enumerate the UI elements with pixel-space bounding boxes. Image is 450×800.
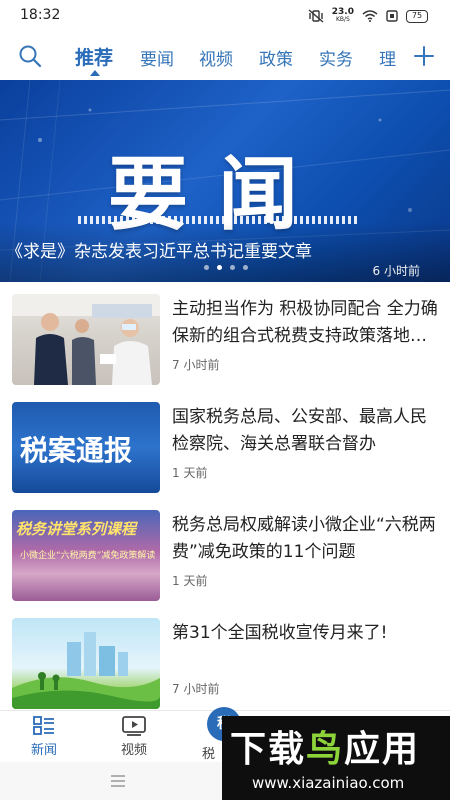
search-icon[interactable] xyxy=(18,44,42,68)
category-tabs: 推荐 要闻 视频 政策 实务 理 xyxy=(0,32,450,80)
thumbnail-subcaption: 小微企业“六税两费”减免政策解读 xyxy=(20,551,156,561)
tab-headlines[interactable]: 要闻 xyxy=(140,45,174,70)
battery-indicator: 75 xyxy=(406,9,428,23)
watermark-url: www.xiazainiao.com xyxy=(252,774,405,792)
nav-news[interactable]: 新闻 xyxy=(14,715,74,758)
tab-practice[interactable]: 实务 xyxy=(319,45,353,70)
network-speed: 23.0 KB/S xyxy=(332,8,354,24)
news-thumbnail-illustration xyxy=(12,618,160,709)
news-title: 第31个全国税收宣传月来了! xyxy=(172,623,388,643)
nav-video-label: 视频 xyxy=(120,743,147,758)
news-title: 主动担当作为 积极协同配合 全力确保新的组合式税费支持政策落地见效 xyxy=(172,299,438,346)
menu-icon[interactable] xyxy=(110,774,126,788)
thumbnail-caption: 税务讲堂系列课程 xyxy=(16,520,137,538)
news-thumbnail-graphic: 税务讲堂系列课程 小微企业“六税两费”减免政策解读 xyxy=(12,510,160,601)
watermark-title-part: 应用 xyxy=(344,729,421,770)
news-time: 7 小时前 xyxy=(172,682,220,696)
watermark-title: 下载鸟应用 xyxy=(230,720,420,772)
news-time: 1 天前 xyxy=(172,466,208,480)
news-item[interactable]: 第31个全国税收宣传月来了! 7 小时前 xyxy=(0,606,450,714)
news-thumbnail-graphic: 税案通报 xyxy=(12,402,160,493)
wifi-icon xyxy=(362,10,378,22)
pager-dot xyxy=(204,265,209,270)
status-time: 18:32 xyxy=(20,7,61,23)
news-title: 国家税务总局、公安部、最高人民检察院、海关总署联合督办 xyxy=(172,407,427,454)
news-item[interactable]: 税务讲堂系列课程 小微企业“六税两费”减免政策解读 税务总局权威解读小微企业“六… xyxy=(0,498,450,606)
news-item[interactable]: 税案通报 国家税务总局、公安部、最高人民检察院、海关总署联合督办 1 天前 xyxy=(0,390,450,498)
pager-dot xyxy=(230,265,235,270)
pager-dot xyxy=(243,265,248,270)
news-title: 税务总局权威解读小微企业“六税两费”减免政策的11个问题 xyxy=(172,515,436,562)
news-thumbnail-photo xyxy=(12,294,160,385)
active-tab-indicator xyxy=(90,70,100,76)
news-time: 7 小时前 xyxy=(172,358,220,372)
watermark-title-part: 下载 xyxy=(230,729,307,770)
status-icons: 23.0 KB/S 75 xyxy=(308,8,428,24)
nav-video[interactable]: 视频 xyxy=(104,715,164,758)
banner-caption: 《求是》杂志发表习近平总书记重要文章 xyxy=(6,242,312,262)
city-green-illustration xyxy=(12,632,160,709)
grid-list-icon xyxy=(33,716,54,735)
status-bar: 18:32 23.0 KB/S 75 xyxy=(0,0,450,32)
tab-recommended[interactable]: 推荐 xyxy=(75,43,113,70)
vibrate-mute-icon xyxy=(308,9,324,23)
play-video-icon xyxy=(122,716,146,736)
network-speed-unit: KB/S xyxy=(335,16,350,23)
watermark-title-highlight: 鸟 xyxy=(306,729,345,770)
news-time: 1 天前 xyxy=(172,574,208,588)
banner-pager xyxy=(204,265,248,270)
tab-policy[interactable]: 政策 xyxy=(259,45,293,70)
network-speed-value: 23.0 xyxy=(331,7,354,17)
meeting-photo-illustration xyxy=(12,294,160,385)
sim-card-icon xyxy=(386,10,398,22)
thumbnail-caption: 税案通报 xyxy=(20,434,133,467)
nav-news-label: 新闻 xyxy=(30,743,57,758)
news-item[interactable]: 主动担当作为 积极协同配合 全力确保新的组合式税费支持政策落地见效 7 小时前 xyxy=(0,282,450,390)
tab-video[interactable]: 视频 xyxy=(199,45,233,70)
banner-time: 6 小时前 xyxy=(372,264,420,278)
banner-carousel[interactable]: 要闻 《求是》杂志发表习近平总书记重要文章 6 小时前 xyxy=(0,80,450,282)
add-channel-icon[interactable] xyxy=(412,44,436,68)
tab-theory[interactable]: 理 xyxy=(379,45,396,70)
pager-dot-active xyxy=(217,265,222,270)
watermark-logo: 下载鸟应用 www.xiazainiao.com xyxy=(222,716,450,800)
